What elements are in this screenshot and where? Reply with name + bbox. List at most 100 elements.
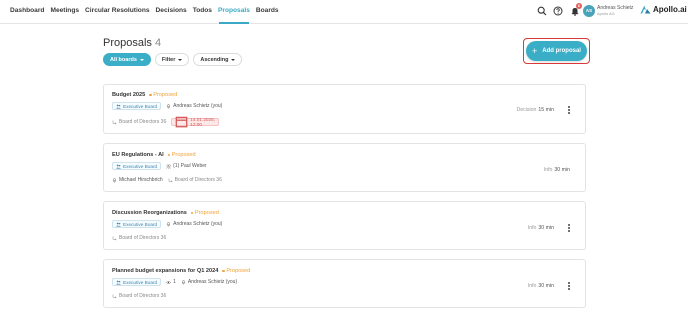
status-badge: Proposed: [190, 210, 219, 216]
return-arrow-icon: [168, 178, 173, 182]
user-organization: Apollo AG: [597, 11, 615, 16]
proposal-type: Info: [527, 225, 537, 231]
more-options-icon[interactable]: [568, 106, 571, 115]
presenter-name: Andreas Schietz (you): [173, 221, 223, 227]
calendar-icon: [175, 117, 188, 128]
filter-dropdown[interactable]: Filter: [154, 53, 190, 66]
more-options-icon[interactable]: [568, 282, 571, 291]
more-options-icon[interactable]: [568, 224, 571, 233]
proposal-meta-row: Executive Board Andreas Schietz (you): [112, 102, 222, 110]
proposal-duration: 30 min: [538, 225, 554, 231]
eye-icon: [166, 280, 172, 284]
proposal-title-row: Planned budget expansions for Q1 2024 Pr…: [112, 268, 250, 274]
source-meeting[interactable]: Board of Directors 36: [112, 235, 166, 241]
proposal-source-row: Michael Hirschbrich Board of Directors 3…: [112, 177, 222, 183]
board-tag-label: Executive Board: [123, 163, 158, 169]
status-badge: Proposed: [149, 92, 177, 98]
presenter-name: Michael Hirschbrich: [119, 177, 163, 183]
page-title-text: Proposals: [103, 37, 152, 49]
proposal-card[interactable]: Planned budget expansions for Q1 2024 Pr…: [103, 259, 586, 308]
proposal-count: 4: [154, 37, 162, 49]
proposal-card[interactable]: Budget 2025 Proposed Executive Board And…: [103, 84, 586, 134]
nav-meetings[interactable]: Meetings: [50, 6, 79, 15]
proposal-card[interactable]: Discussion Reorganizations Proposed Exec…: [103, 201, 586, 250]
participants-label: (1) Paul Weber: [173, 163, 207, 169]
avatar[interactable]: AS: [583, 5, 595, 17]
proposal-duration: 15 min: [538, 107, 554, 113]
proposal-title-row: Budget 2025 Proposed: [112, 92, 177, 98]
sort-dropdown-label: Ascending: [200, 56, 229, 63]
proposal-card[interactable]: EU Regulations - AI Proposed Executive B…: [103, 143, 586, 192]
proposal-title: Discussion Reorganizations: [112, 210, 187, 216]
sort-dropdown[interactable]: Ascending: [193, 53, 243, 66]
proposal-title-row: Discussion Reorganizations Proposed: [112, 210, 219, 216]
proposal-source-row: Board of Directors 36 14.01.2025, 12:00: [112, 117, 220, 128]
proposal-type: Info: [527, 283, 537, 289]
search-icon[interactable]: [537, 6, 547, 16]
source-meeting[interactable]: Board of Directors 36: [168, 177, 222, 183]
source-meeting-label: Board of Directors 36: [119, 293, 167, 299]
chevron-down-icon: [231, 58, 236, 61]
proposal-meta-row: Executive Board Andreas Schietz (you): [112, 220, 222, 228]
status-badge: Proposed: [167, 152, 196, 158]
add-proposal-button[interactable]: + Add proposal: [526, 41, 587, 61]
views: 1: [166, 279, 176, 285]
apollo-logo[interactable]: Apollo.ai: [640, 5, 687, 14]
presenter-name: Andreas Schietz (you): [187, 279, 238, 285]
board-tag: Executive Board: [112, 220, 162, 228]
nav-todos[interactable]: Todos: [193, 6, 212, 15]
microphone-icon: [181, 279, 186, 285]
board-tag: Executive Board: [112, 162, 162, 170]
group-icon: [116, 280, 121, 285]
board-tag-label: Executive Board: [123, 279, 158, 285]
top-navigation-bar: Dashboard Meetings Circular Resolutions …: [0, 0, 688, 24]
source-meeting-label: Board of Directors 36: [119, 235, 167, 241]
proposal-title: Planned budget expansions for Q1 2024: [112, 268, 219, 274]
due-date-label: 14.01.2025, 12:00: [190, 117, 216, 127]
group-icon: [116, 222, 121, 227]
nav-circular-resolutions[interactable]: Circular Resolutions: [85, 6, 150, 15]
logo-mark-icon: [640, 5, 651, 14]
return-arrow-icon: [112, 120, 117, 124]
filter-dropdown-label: Filter: [161, 56, 176, 63]
microphone-icon: [167, 221, 171, 227]
nav-proposals[interactable]: Proposals: [218, 6, 250, 15]
proposal-type-duration: Decision 15 min: [517, 107, 554, 113]
nav-active-indicator: [219, 22, 249, 24]
proposal-type-duration: Info 30 min: [528, 225, 554, 231]
group-icon: [116, 164, 121, 169]
chevron-down-icon: [139, 58, 144, 61]
help-icon[interactable]: [553, 6, 563, 16]
boards-dropdown-label: All boards: [110, 56, 137, 63]
people-icon: [166, 164, 172, 169]
proposal-type: Decision: [516, 107, 537, 113]
source-meeting[interactable]: Board of Directors 36: [112, 119, 166, 125]
boards-dropdown[interactable]: All boards: [103, 53, 151, 66]
proposal-source-row: Board of Directors 36: [112, 235, 166, 241]
add-proposal-label: Add proposal: [542, 48, 581, 54]
board-tag-label: Executive Board: [123, 103, 158, 109]
board-tag: Executive Board: [112, 102, 162, 110]
presenter: Andreas Schietz (you): [181, 279, 237, 285]
return-arrow-icon: [112, 294, 117, 298]
presenter: Michael Hirschbrich: [112, 177, 163, 183]
nav-decisions[interactable]: Decisions: [156, 6, 187, 15]
nav-boards[interactable]: Boards: [256, 6, 279, 15]
proposal-meta-row: Executive Board 1 Andreas Schietz (you): [112, 278, 237, 286]
source-meeting-label: Board of Directors 36: [174, 177, 222, 183]
status-label: Proposed: [171, 152, 196, 158]
proposal-duration: 30 min: [538, 283, 554, 289]
microphone-icon: [112, 177, 117, 183]
proposal-type-duration: Info 30 min: [528, 283, 554, 289]
proposal-type: Info: [543, 167, 553, 173]
status-label: Proposed: [226, 268, 251, 274]
microphone-icon: [167, 103, 171, 109]
participants: (1) Paul Weber: [166, 163, 207, 169]
nav-dashboard[interactable]: Dashboard: [10, 6, 44, 15]
board-tag-label: Executive Board: [123, 221, 158, 227]
source-meeting[interactable]: Board of Directors 36: [112, 293, 166, 299]
logo-text: Apollo.ai: [653, 5, 687, 14]
proposal-title: Budget 2025: [112, 92, 146, 98]
return-arrow-icon: [112, 236, 117, 240]
status-label: Proposed: [153, 92, 178, 98]
